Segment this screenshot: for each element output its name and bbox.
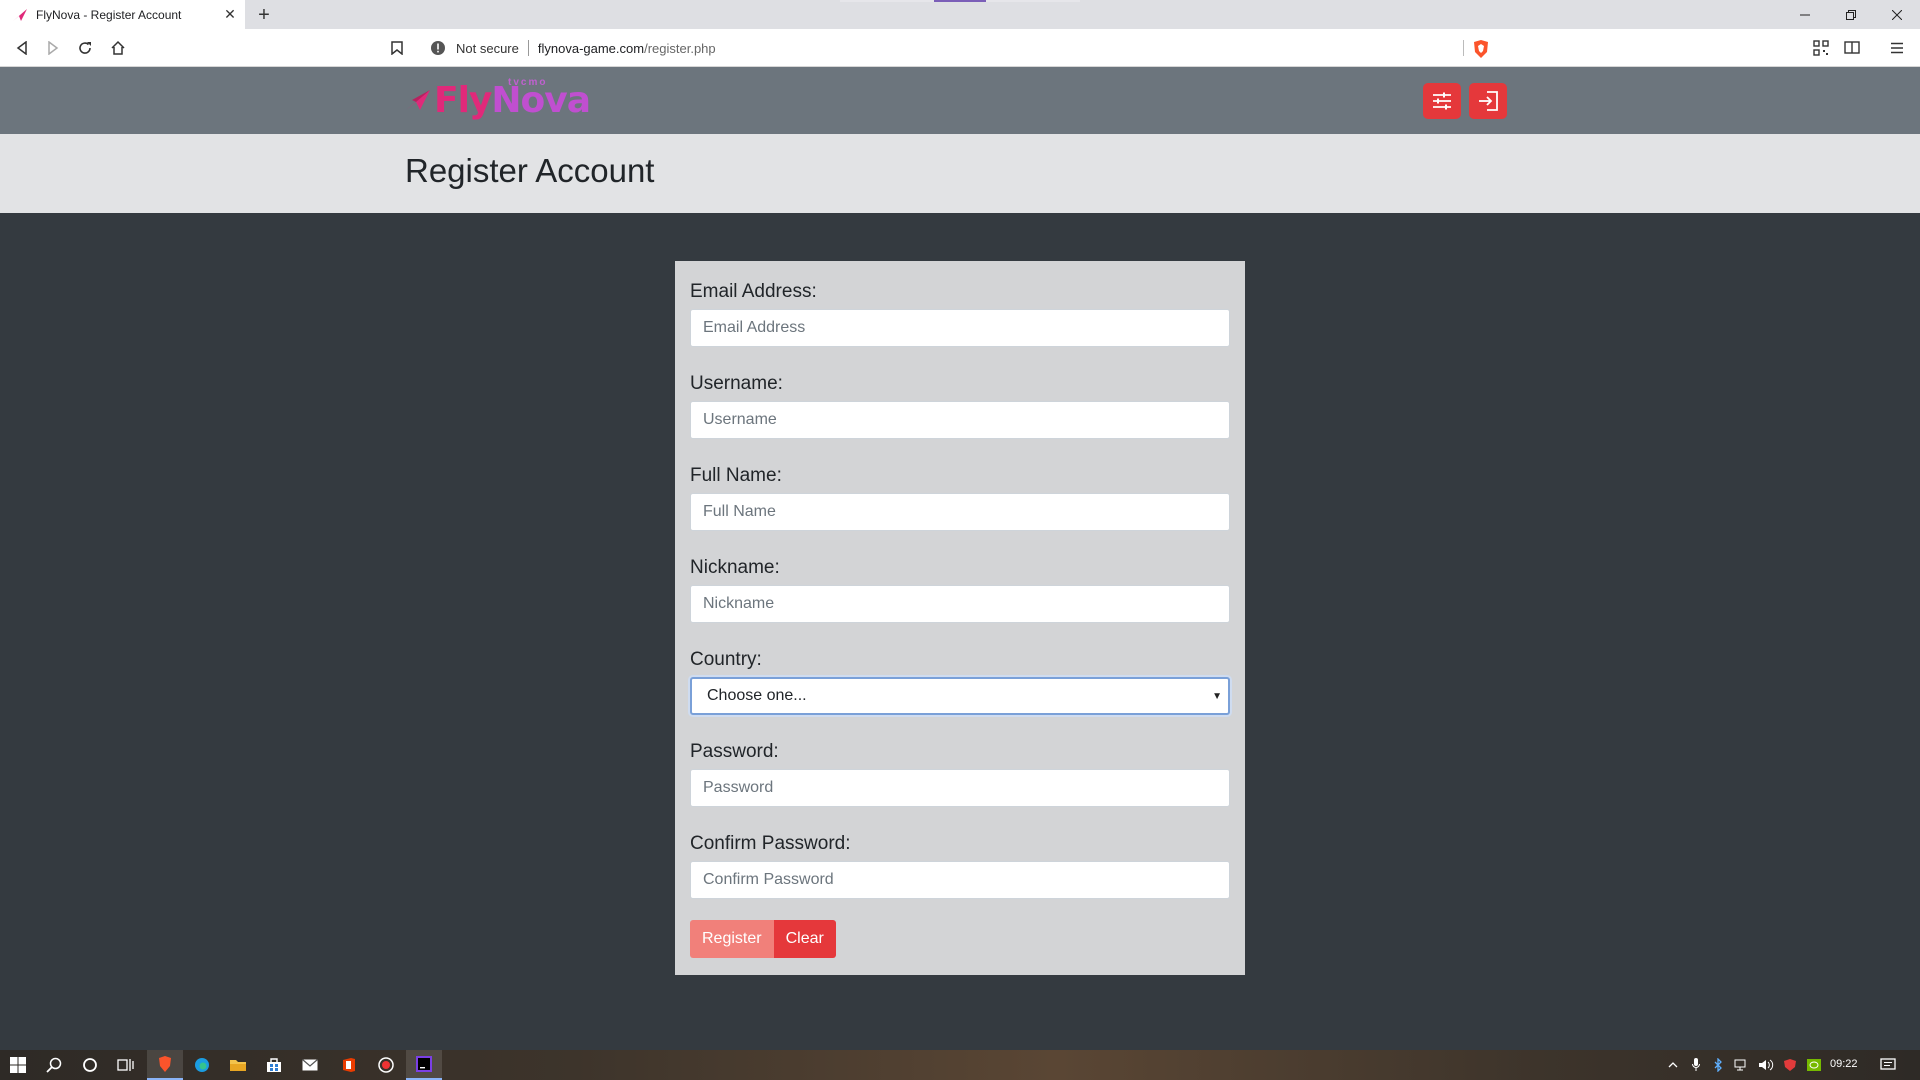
logo-text-fly: Fly (434, 79, 492, 121)
country-select[interactable]: Choose one... ▼ (690, 677, 1230, 715)
address-separator (527, 40, 529, 56)
brave-taskbar-icon[interactable] (147, 1050, 183, 1080)
email-field-group: Email Address: (690, 280, 1230, 347)
nickname-field-group: Nickname: (690, 556, 1230, 623)
site-info-icon[interactable] (430, 40, 446, 56)
country-field-group: Country: Choose one... ▼ (690, 648, 1230, 715)
logo-subtext: tvcmo (508, 77, 548, 88)
brave-shield-icon[interactable] (1472, 39, 1490, 59)
reload-icon[interactable] (71, 34, 99, 62)
phpstorm-icon[interactable] (406, 1050, 442, 1080)
minimize-icon[interactable] (1782, 0, 1828, 29)
restore-icon[interactable] (1828, 0, 1874, 29)
tab-strip-active-indicator (934, 0, 986, 2)
username-field-group: Username: (690, 372, 1230, 439)
country-selected-value: Choose one... (707, 687, 807, 704)
title-band: Register Account (0, 134, 1920, 213)
office-icon[interactable] (331, 1050, 367, 1080)
password-field-group: Password: (690, 740, 1230, 807)
windows-start-icon[interactable] (0, 1050, 36, 1080)
home-icon[interactable] (104, 34, 132, 62)
browser-toolbar: Not secure flynova-game.com/register.php (0, 29, 1920, 67)
fullname-field-group: Full Name: (690, 464, 1230, 531)
close-window-icon[interactable] (1874, 0, 1920, 29)
username-input[interactable] (690, 401, 1230, 439)
email-label: Email Address: (690, 281, 817, 302)
mail-icon[interactable] (292, 1050, 328, 1080)
settings-sliders-button[interactable] (1423, 83, 1461, 119)
microphone-icon[interactable] (1686, 1050, 1706, 1080)
chevron-down-icon: ▼ (1212, 691, 1222, 702)
nickname-input[interactable] (690, 585, 1230, 623)
nvidia-icon[interactable] (1804, 1050, 1824, 1080)
country-label: Country: (690, 649, 762, 670)
tab-close-icon[interactable]: ✕ (219, 4, 241, 26)
flynova-favicon-icon (13, 8, 27, 21)
flynova-logo[interactable]: FlyNova tvcmo (404, 77, 591, 123)
volume-icon[interactable] (1756, 1050, 1776, 1080)
reader-mode-icon[interactable] (1838, 34, 1866, 62)
confirm-password-input[interactable] (690, 861, 1230, 899)
browser-tab[interactable]: FlyNova - Register Account ✕ (0, 0, 245, 29)
windows-taskbar: 09:22 (0, 1050, 1920, 1080)
antivirus-icon[interactable] (1780, 1050, 1800, 1080)
page-title: Register Account (405, 152, 655, 189)
edge-icon[interactable] (184, 1050, 220, 1080)
cortana-icon[interactable] (72, 1050, 108, 1080)
fullname-label: Full Name: (690, 465, 782, 486)
address-divider (1463, 40, 1464, 56)
nickname-label: Nickname: (690, 557, 780, 578)
email-input[interactable] (690, 309, 1230, 347)
forward-icon[interactable] (39, 34, 67, 62)
tab-title: FlyNova - Register Account (36, 7, 182, 22)
search-icon[interactable] (36, 1050, 72, 1080)
file-explorer-icon[interactable] (220, 1050, 256, 1080)
login-icon (1479, 91, 1498, 111)
url-path: /register.php (644, 40, 716, 56)
new-tab-button[interactable]: + (252, 3, 276, 27)
menu-icon[interactable] (1883, 34, 1911, 62)
sliders-icon (1433, 92, 1451, 110)
site-header: FlyNova tvcmo (0, 67, 1920, 134)
register-form-card: Email Address: Username: Full Name: Nick… (675, 261, 1245, 975)
form-button-group: Register Clear (690, 920, 836, 958)
taskbar-clock: 09:22 (1830, 1058, 1858, 1070)
network-icon[interactable] (1732, 1050, 1752, 1080)
bookmark-icon[interactable] (383, 34, 411, 62)
task-view-icon[interactable] (108, 1050, 144, 1080)
not-secure-label: Not secure (456, 40, 519, 56)
qr-code-icon[interactable] (1807, 34, 1835, 62)
confirm-password-label: Confirm Password: (690, 833, 851, 854)
login-button[interactable] (1469, 83, 1507, 119)
back-icon[interactable] (8, 34, 36, 62)
address-bar[interactable]: Not secure flynova-game.com/register.php (418, 33, 1500, 63)
browser-tab-bar: FlyNova - Register Account ✕ + (0, 0, 1920, 29)
password-input[interactable] (690, 769, 1230, 807)
screen-recorder-icon[interactable] (368, 1050, 404, 1080)
notification-center-icon[interactable] (1876, 1050, 1900, 1080)
password-label: Password: (690, 741, 779, 762)
fullname-input[interactable] (690, 493, 1230, 531)
tray-overflow-icon[interactable] (1662, 1050, 1684, 1080)
store-icon[interactable] (256, 1050, 292, 1080)
url-host: flynova-game.com (537, 40, 645, 56)
username-label: Username: (690, 373, 783, 394)
clear-button[interactable]: Clear (773, 920, 836, 958)
paper-plane-icon (406, 90, 430, 110)
bluetooth-icon[interactable] (1708, 1050, 1728, 1080)
register-button[interactable]: Register (690, 920, 774, 958)
confirm-password-field-group: Confirm Password: (690, 832, 1230, 899)
